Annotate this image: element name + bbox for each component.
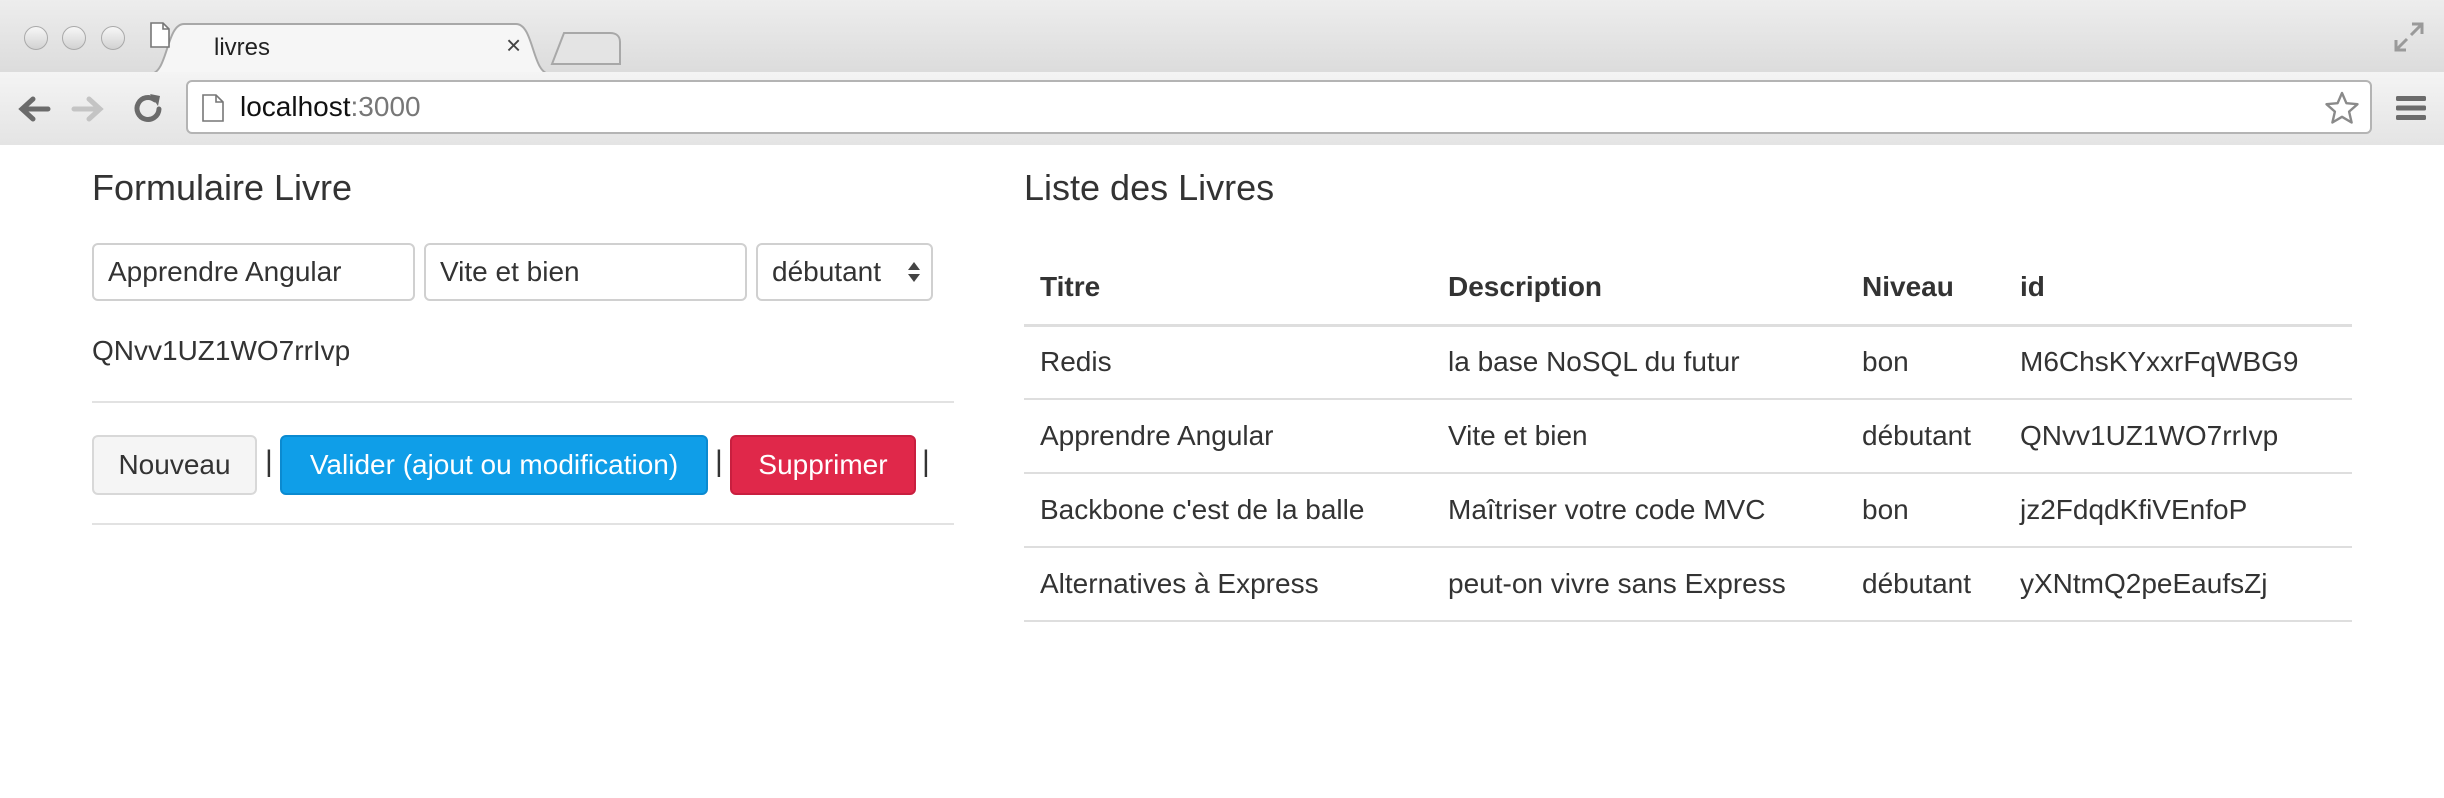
window-zoom-button[interactable]	[101, 26, 125, 50]
back-arrow-icon[interactable]	[14, 90, 54, 128]
cell-description: Vite et bien	[1432, 399, 1846, 474]
close-icon[interactable]: ×	[506, 32, 521, 58]
column-header-description: Description	[1432, 251, 1846, 327]
table-header-row: Titre Description Niveau id	[1024, 251, 2352, 327]
table-row[interactable]: Backbone c'est de la balle Maîtriser vot…	[1024, 473, 2352, 548]
level-select[interactable]: débutant	[756, 243, 933, 301]
cell-title: Redis	[1024, 325, 1432, 400]
table-row[interactable]: Redis la base NoSQL du futur bon M6ChsKY…	[1024, 325, 2352, 400]
cell-id: yXNtmQ2peEaufsZj	[2004, 547, 2352, 622]
tab-strip: livres ×	[0, 0, 2444, 74]
divider	[92, 523, 954, 525]
fullscreen-icon[interactable]	[2392, 20, 2426, 54]
column-header-level: Niveau	[1846, 251, 2004, 327]
page-content: Formulaire Livre Apprendre Angular Vite …	[0, 147, 2444, 798]
menu-icon[interactable]	[2394, 92, 2428, 124]
save-button[interactable]: Valider (ajout ou modification)	[280, 435, 708, 495]
star-icon[interactable]	[2324, 90, 2360, 126]
tab-title: livres	[214, 34, 271, 61]
cell-description: la base NoSQL du futur	[1432, 325, 1846, 400]
separator: |	[265, 445, 273, 478]
cell-level: bon	[1846, 325, 2004, 400]
new-button[interactable]: Nouveau	[92, 435, 257, 495]
cell-id: QNvv1UZ1WO7rrIvp	[2004, 399, 2352, 474]
separator: |	[715, 445, 723, 478]
divider	[92, 401, 954, 403]
cell-level: débutant	[1846, 399, 2004, 474]
record-id: QNvv1UZ1WO7rrIvp	[92, 335, 351, 366]
url-text: localhost:3000	[240, 91, 421, 123]
select-arrows-icon	[908, 262, 920, 282]
delete-button[interactable]: Supprimer	[730, 435, 916, 495]
column-header-title: Titre	[1024, 251, 1432, 327]
browser-toolbar: localhost:3000	[0, 72, 2444, 145]
table-row[interactable]: Apprendre Angular Vite et bien débutant …	[1024, 399, 2352, 474]
column-header-id: id	[2004, 251, 2352, 327]
window-close-button[interactable]	[24, 26, 48, 50]
cell-id: jz2FdqdKfiVEnfoP	[2004, 473, 2352, 548]
cell-level: débutant	[1846, 547, 2004, 622]
reload-icon[interactable]	[128, 90, 168, 128]
cell-description: peut-on vivre sans Express	[1432, 547, 1846, 622]
separator: |	[922, 445, 930, 478]
page-icon	[150, 22, 170, 48]
page-icon	[202, 94, 224, 122]
cell-description: Maîtriser votre code MVC	[1432, 473, 1846, 548]
list-heading: Liste des Livres	[1024, 167, 1275, 208]
cell-title: Apprendre Angular	[1024, 399, 1432, 474]
cell-title: Alternatives à Express	[1024, 547, 1432, 622]
book-list-panel: Liste des Livres Titre Description Nivea…	[1024, 147, 2352, 647]
table-row[interactable]: Alternatives à Express peut-on vivre san…	[1024, 547, 2352, 622]
address-bar[interactable]: localhost:3000	[186, 80, 2372, 134]
window-minimize-button[interactable]	[62, 26, 86, 50]
url-port: :3000	[350, 91, 421, 122]
browser-tab[interactable]: livres ×	[150, 22, 550, 74]
url-host: localhost	[240, 91, 351, 122]
book-form-panel: Formulaire Livre Apprendre Angular Vite …	[92, 147, 954, 647]
tab-shape	[150, 23, 550, 74]
forward-arrow-icon[interactable]	[68, 90, 108, 128]
books-table: Titre Description Niveau id Redis la bas…	[1024, 251, 2352, 622]
form-heading: Formulaire Livre	[92, 167, 353, 208]
title-input[interactable]: Apprendre Angular	[92, 243, 415, 301]
new-tab-button[interactable]	[550, 30, 622, 66]
browser-chrome: livres × localhost:3000	[0, 0, 2444, 145]
cell-title: Backbone c'est de la balle	[1024, 473, 1432, 548]
cell-id: M6ChsKYxxrFqWBG9	[2004, 325, 2352, 400]
description-input[interactable]: Vite et bien	[424, 243, 747, 301]
cell-level: bon	[1846, 473, 2004, 548]
level-select-value: débutant	[772, 256, 881, 287]
